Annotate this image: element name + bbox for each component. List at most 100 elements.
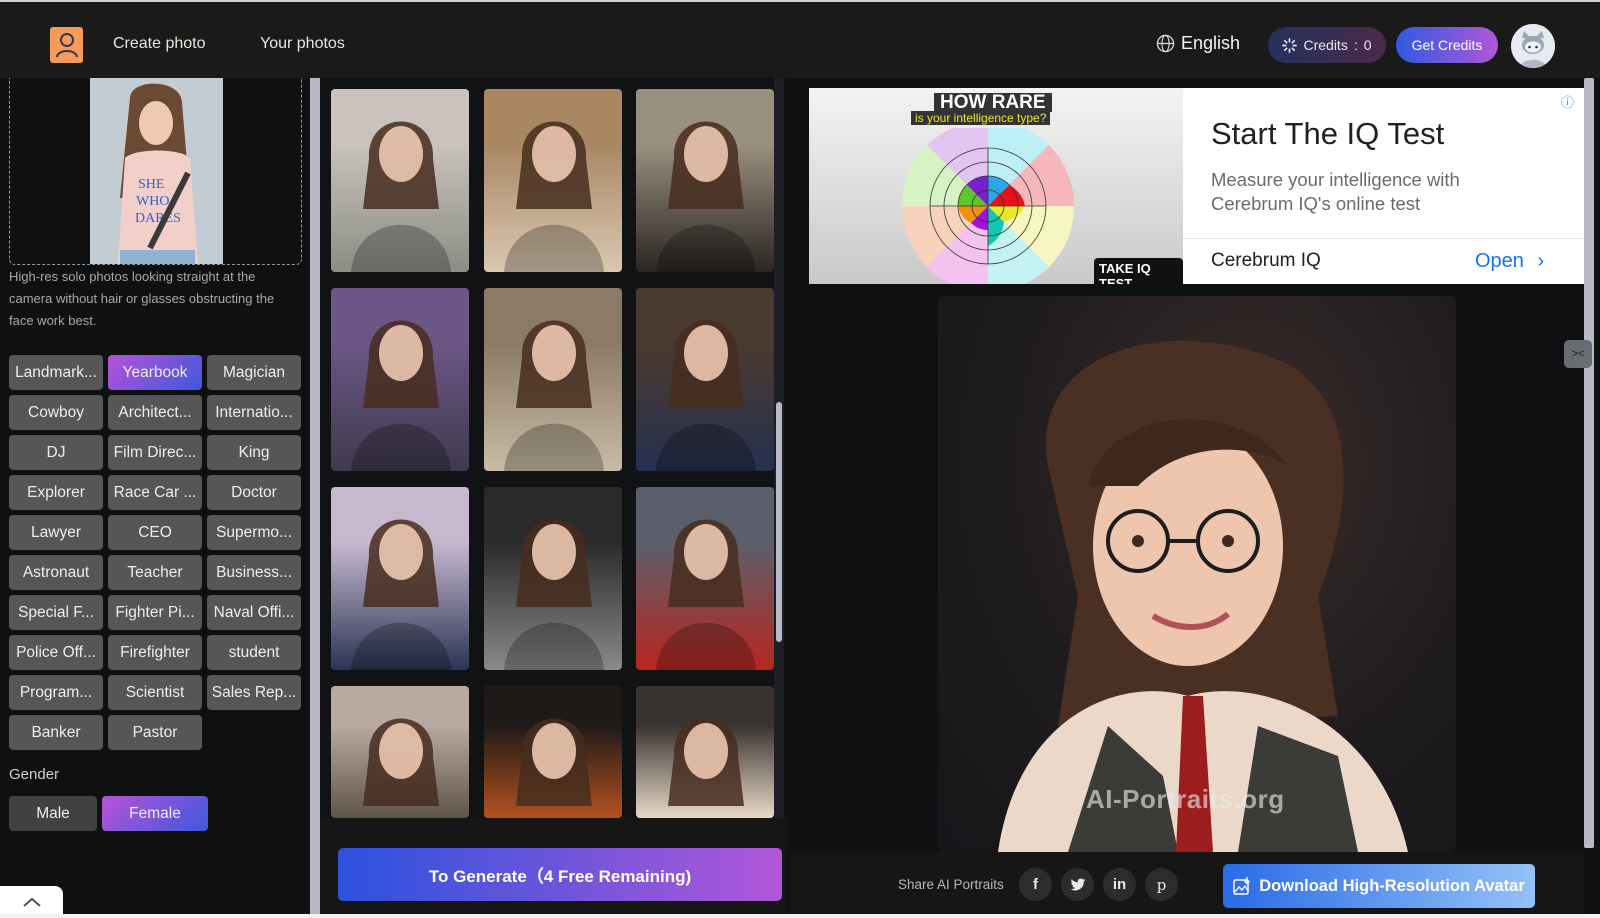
style-chip[interactable]: Special F... bbox=[9, 595, 103, 630]
style-chip[interactable]: DJ bbox=[9, 435, 103, 470]
preview-scrollbar[interactable] bbox=[1584, 78, 1594, 848]
share-pinterest-button[interactable]: p bbox=[1145, 868, 1178, 901]
gallery-tile[interactable] bbox=[484, 686, 622, 818]
style-chip[interactable]: Sales Rep... bbox=[207, 675, 301, 710]
style-chip[interactable]: Business... bbox=[207, 555, 301, 590]
style-chip[interactable]: Race Car ... bbox=[108, 475, 202, 510]
portrait-thumbnail bbox=[351, 519, 451, 670]
svg-text:SHE: SHE bbox=[138, 177, 164, 192]
style-chip[interactable]: Yearbook bbox=[108, 355, 202, 390]
style-chip[interactable]: Doctor bbox=[207, 475, 301, 510]
ad-headline[interactable]: Start The IQ Test bbox=[1211, 116, 1444, 152]
style-chip[interactable]: Fighter Pi... bbox=[108, 595, 202, 630]
style-chip[interactable]: Naval Offi... bbox=[207, 595, 301, 630]
style-chip[interactable]: Pastor bbox=[108, 715, 202, 750]
style-chip[interactable]: Police Off... bbox=[9, 635, 103, 670]
ad-description: Measure your intelligence with Cerebrum … bbox=[1211, 169, 1460, 214]
style-chip[interactable]: Banker bbox=[9, 715, 103, 750]
gender-male-button[interactable]: Male bbox=[9, 796, 97, 831]
share-twitter-button[interactable] bbox=[1061, 868, 1094, 901]
ad-image-cta[interactable]: TAKE IQ TEST bbox=[1094, 258, 1183, 284]
style-chip[interactable]: Scientist bbox=[108, 675, 202, 710]
gallery-scrollbar-thumb[interactable] bbox=[776, 402, 782, 642]
portrait-thumbnail bbox=[363, 718, 439, 806]
style-sidebar: SHE WHO DARES High-res solo photos looki… bbox=[0, 78, 312, 914]
style-chip[interactable]: Cowboy bbox=[9, 395, 103, 430]
gallery-tile[interactable] bbox=[484, 89, 622, 272]
portrait-thumbnail bbox=[504, 519, 604, 670]
portrait-thumbnail bbox=[656, 320, 756, 471]
avatar[interactable] bbox=[1511, 24, 1555, 68]
style-chip[interactable]: Teacher bbox=[108, 555, 202, 590]
portrait-thumbnail bbox=[656, 121, 756, 272]
gallery-tile[interactable] bbox=[331, 686, 469, 818]
style-chip[interactable]: King bbox=[207, 435, 301, 470]
share-linkedin-button[interactable]: in bbox=[1103, 868, 1136, 901]
portrait-thumbnail bbox=[656, 519, 756, 670]
style-chip[interactable]: Magician bbox=[207, 355, 301, 390]
ad-image-title: HOW RARE bbox=[934, 93, 1052, 112]
user-icon bbox=[55, 33, 78, 58]
style-chip[interactable]: Program... bbox=[9, 675, 103, 710]
logo[interactable] bbox=[50, 27, 83, 63]
collapse-arrows-icon: >< bbox=[1571, 348, 1585, 360]
chevron-right-icon: › bbox=[1537, 250, 1545, 272]
style-chip[interactable]: Film Direc... bbox=[108, 435, 202, 470]
style-chip[interactable]: student bbox=[207, 635, 301, 670]
style-chip[interactable]: CEO bbox=[108, 515, 202, 550]
share-facebook-button[interactable]: f bbox=[1019, 868, 1052, 901]
sidebar-scrollbar[interactable] bbox=[310, 78, 320, 914]
ad-open-label: Open bbox=[1475, 250, 1524, 272]
language-label: English bbox=[1181, 33, 1241, 53]
gender-female-button[interactable]: Female bbox=[102, 796, 208, 831]
ad-advertiser[interactable]: Cerebrum IQ bbox=[1211, 250, 1321, 272]
style-chip[interactable]: Explorer bbox=[9, 475, 103, 510]
gender-label: Gender bbox=[9, 766, 60, 783]
gallery-tile[interactable] bbox=[636, 487, 774, 670]
gallery-tile[interactable] bbox=[484, 487, 622, 670]
ad-open-button[interactable]: Open › bbox=[1475, 250, 1544, 273]
gallery-tile[interactable] bbox=[484, 288, 622, 471]
svg-text:WHO: WHO bbox=[136, 194, 169, 209]
portrait-image bbox=[998, 340, 1408, 852]
style-chip[interactable]: Architect... bbox=[108, 395, 202, 430]
advertisement[interactable]: HOW RARE is your intelligence type? TAKE… bbox=[809, 88, 1584, 284]
gallery-tile[interactable] bbox=[636, 288, 774, 471]
style-chip[interactable]: Astronaut bbox=[9, 555, 103, 590]
globe-icon bbox=[1156, 34, 1175, 53]
style-chip[interactable]: Internatio... bbox=[207, 395, 301, 430]
gallery-tile[interactable] bbox=[636, 89, 774, 272]
get-credits-button[interactable]: Get Credits bbox=[1396, 27, 1498, 63]
portrait-thumbnail bbox=[668, 718, 744, 806]
download-button[interactable]: Download High-Resolution Avatar bbox=[1223, 864, 1535, 908]
style-chip[interactable]: Lawyer bbox=[9, 515, 103, 550]
generate-button[interactable]: To Generate（4 Free Remaining) bbox=[338, 848, 782, 901]
side-panel-toggle[interactable]: >< bbox=[1564, 340, 1592, 368]
style-chip[interactable]: Firefighter bbox=[108, 635, 202, 670]
svg-text:DARES: DARES bbox=[135, 211, 181, 226]
facebook-icon: f bbox=[1033, 876, 1038, 893]
gallery-tile[interactable] bbox=[636, 686, 774, 818]
credits-badge: Credits: 0 bbox=[1268, 27, 1386, 63]
gallery-tile[interactable] bbox=[331, 288, 469, 471]
upload-dropzone[interactable]: SHE WHO DARES bbox=[9, 78, 302, 265]
ad-image[interactable]: HOW RARE is your intelligence type? TAKE… bbox=[809, 88, 1183, 284]
style-chip[interactable]: Supermo... bbox=[207, 515, 301, 550]
portrait-thumbnail bbox=[504, 121, 604, 272]
gallery-tile[interactable] bbox=[331, 487, 469, 670]
linkedin-icon: in bbox=[1112, 876, 1127, 893]
uploaded-photo-image: SHE WHO DARES bbox=[90, 78, 223, 264]
language-selector[interactable]: English bbox=[1156, 33, 1240, 54]
credits-value: 0 bbox=[1363, 37, 1372, 53]
gallery-tile[interactable] bbox=[331, 89, 469, 272]
nav-create-photo[interactable]: Create photo bbox=[113, 35, 206, 53]
intelligence-wheel-graphic bbox=[901, 128, 1075, 284]
header: Create photo Your photos English Credits… bbox=[0, 2, 1600, 78]
style-chip[interactable]: Landmark... bbox=[9, 355, 103, 390]
generated-portrait: AI-Portraits.org bbox=[938, 296, 1456, 852]
ad-info-icon[interactable]: ⓘ bbox=[1561, 92, 1574, 111]
ad-divider bbox=[1183, 238, 1584, 239]
uploaded-photo: SHE WHO DARES bbox=[90, 78, 223, 264]
nav-your-photos[interactable]: Your photos bbox=[260, 35, 345, 53]
pinterest-icon: p bbox=[1156, 875, 1167, 894]
